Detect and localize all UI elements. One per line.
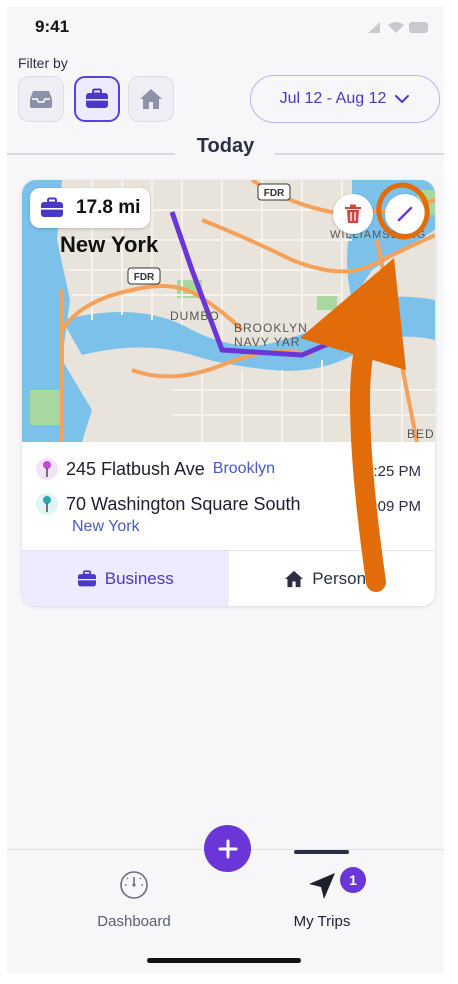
filter-label: Filter by <box>18 55 68 71</box>
end-pin-icon <box>36 493 58 515</box>
end-city: New York <box>72 518 140 535</box>
pencil-icon <box>397 206 413 222</box>
trip-end-stop: 70 Washington Square South <box>36 493 301 515</box>
distance-chip: 17.8 mi <box>30 188 151 228</box>
tab-my-trips[interactable]: My Trips <box>242 869 402 939</box>
app-screen: 9:41 Filter by Jul 12 - Aug 12 Today New… <box>7 7 444 973</box>
end-time: 1:09 PM <box>365 498 421 515</box>
filter-business-button[interactable] <box>74 76 120 122</box>
map-label-fdr-mid: FDR <box>127 267 161 285</box>
speedometer-icon <box>120 871 148 899</box>
navigation-arrow-icon <box>309 873 335 899</box>
trips-count-badge: 1 <box>340 867 366 893</box>
map-label-bed: BED <box>407 427 435 441</box>
map-label-navy-yard: NAVY YAR <box>234 335 300 349</box>
trip-card[interactable]: New York FDR FDR DUMBO BROOKLYN NAVY YAR… <box>22 180 435 606</box>
filter-personal-button[interactable] <box>128 76 174 122</box>
tab-dashboard-label: Dashboard <box>97 913 171 930</box>
map-label-brooklyn: BROOKLYN <box>234 321 308 335</box>
edit-trip-button[interactable] <box>385 194 425 234</box>
chevron-down-icon <box>395 95 410 104</box>
trip-start-stop: 245 Flatbush Ave Brooklyn <box>36 458 275 480</box>
map-label-fdr-top: FDR <box>257 183 291 201</box>
tab-active-indicator <box>294 850 349 854</box>
end-address: 70 Washington Square South <box>66 493 301 514</box>
filter-all-button[interactable] <box>18 76 64 122</box>
svg-text:FDR: FDR <box>264 188 285 199</box>
trash-icon <box>345 204 361 223</box>
tab-dashboard[interactable]: Dashboard <box>54 869 214 939</box>
tab-my-trips-label: My Trips <box>293 913 351 930</box>
start-time: 12:25 PM <box>356 463 421 480</box>
trip-distance: 17.8 mi <box>76 197 141 218</box>
start-city: Brooklyn <box>212 460 276 477</box>
add-trip-button[interactable] <box>204 825 251 872</box>
inbox-icon <box>30 91 52 108</box>
plus-icon <box>218 839 237 858</box>
home-icon <box>285 570 304 587</box>
map-label-dumbo: DUMBO <box>170 309 220 323</box>
signal-wifi-battery-icon <box>368 22 428 33</box>
date-range-button[interactable]: Jul 12 - Aug 12 <box>250 75 440 123</box>
start-pin-icon <box>36 458 58 480</box>
delete-trip-button[interactable] <box>333 194 373 234</box>
briefcase-icon <box>86 88 108 108</box>
home-icon <box>140 89 162 109</box>
trip-category-toggle: Business Personal <box>22 550 435 606</box>
status-bar: 9:41 <box>7 7 444 47</box>
briefcase-icon <box>38 194 66 222</box>
category-business-label: Business <box>104 568 174 588</box>
home-indicator <box>147 958 301 963</box>
date-range-label: Jul 12 - Aug 12 <box>279 90 387 107</box>
category-business-button[interactable]: Business <box>22 551 229 606</box>
category-personal-button[interactable]: Personal <box>228 551 435 606</box>
status-time: 9:41 <box>35 17 70 36</box>
start-address: 245 Flatbush Ave <box>66 458 205 479</box>
section-title-today: Today <box>196 135 255 157</box>
svg-text:FDR: FDR <box>134 272 155 283</box>
category-personal-label: Personal <box>312 568 380 588</box>
briefcase-icon <box>77 569 96 586</box>
map-label-city: New York <box>60 232 159 257</box>
